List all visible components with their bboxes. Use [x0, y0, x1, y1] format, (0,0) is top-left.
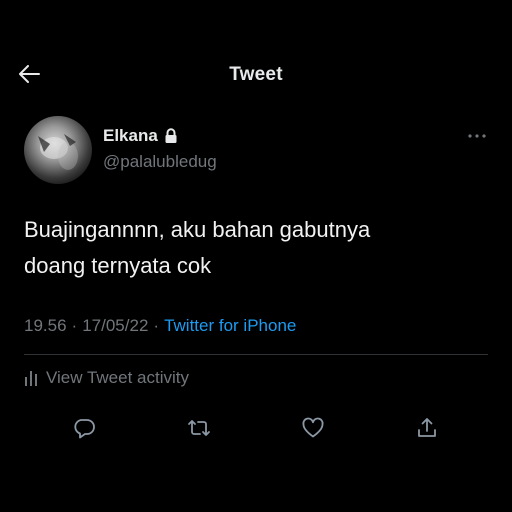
meta-separator: · — [153, 316, 160, 335]
tweet-time: 19.56 — [24, 316, 67, 335]
more-horizontal-icon — [467, 133, 487, 139]
author-name[interactable]: Elkana — [103, 126, 158, 146]
divider — [24, 354, 488, 355]
meta-separator: · — [71, 316, 78, 335]
view-tweet-activity-link[interactable]: View Tweet activity — [24, 368, 189, 388]
reply-icon — [72, 416, 96, 440]
tweet-author: Elkana @palalubledug — [24, 114, 494, 186]
tweet-source-link[interactable]: Twitter for iPhone — [164, 316, 296, 336]
share-icon — [415, 416, 439, 440]
page-title: Tweet — [229, 64, 283, 85]
like-button[interactable] — [299, 414, 327, 442]
author-name-row: Elkana — [103, 126, 178, 146]
retweet-icon — [186, 416, 212, 440]
retweet-button[interactable] — [185, 414, 213, 442]
avatar[interactable] — [24, 116, 92, 184]
bar-chart-icon — [24, 369, 38, 387]
tweet-action-bar — [0, 410, 512, 446]
reply-button[interactable] — [70, 414, 98, 442]
tweet-text: Buajingannnn, aku bahan gabutnya doang t… — [24, 217, 371, 278]
lock-icon — [164, 128, 178, 144]
share-button[interactable] — [413, 414, 441, 442]
author-handle[interactable]: @palalubledug — [103, 152, 217, 172]
tweet-meta: 19.56 · 17/05/22 · Twitter for iPhone — [24, 316, 296, 336]
header-bar: Tweet — [0, 52, 512, 96]
more-options-button[interactable] — [466, 126, 488, 146]
tweet-detail-screen: Tweet Elkana @palalubledug Buajingannnn,… — [0, 0, 512, 512]
heart-icon — [301, 416, 325, 440]
tweet-date: 17/05/22 — [82, 316, 149, 335]
activity-label: View Tweet activity — [46, 368, 189, 387]
